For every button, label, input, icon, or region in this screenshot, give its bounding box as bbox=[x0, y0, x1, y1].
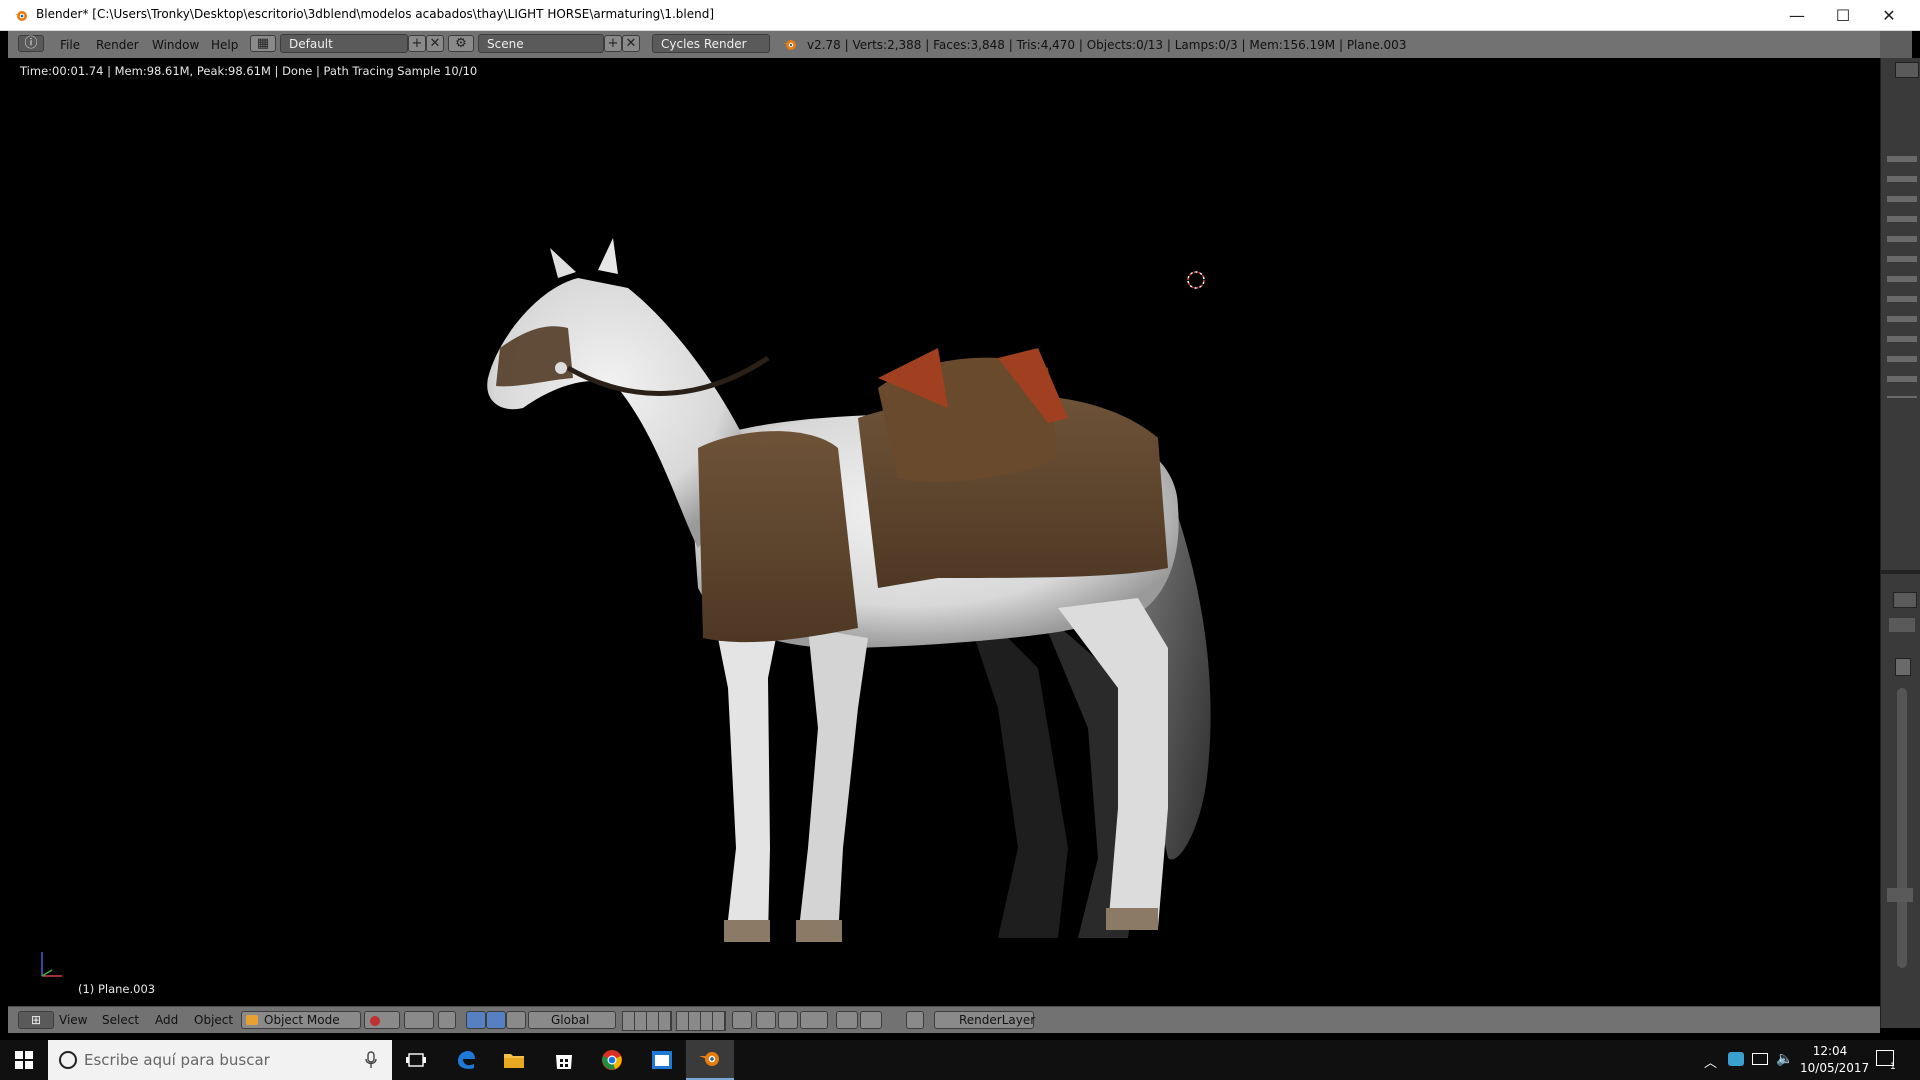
menu-select[interactable]: Select bbox=[102, 1013, 139, 1027]
lock-layers-icon[interactable] bbox=[732, 1011, 752, 1029]
dropbox-tray-icon[interactable] bbox=[1728, 1052, 1744, 1066]
editor-type-3dview-icon[interactable]: ⊞ bbox=[18, 1011, 54, 1029]
menu-help[interactable]: Help bbox=[211, 38, 238, 52]
minimize-button[interactable]: — bbox=[1774, 0, 1820, 30]
window-titlebar: Blender* [C:\Users\Tronky\Desktop\escrit… bbox=[0, 0, 1920, 31]
blender-logo-icon bbox=[782, 37, 798, 56]
menu-file[interactable]: File bbox=[60, 38, 80, 52]
transform-orientation-dropdown[interactable]: Global bbox=[528, 1011, 616, 1029]
microphone-icon[interactable] bbox=[364, 1051, 378, 1069]
render-status-text: Time:00:01.74 | Mem:98.61M, Peak:98.61M … bbox=[20, 64, 478, 78]
properties-tab-icon-bottom[interactable] bbox=[1887, 888, 1913, 902]
screen-layout-icon[interactable]: ▦ bbox=[250, 35, 276, 52]
network-icon[interactable] bbox=[1752, 1053, 1768, 1065]
show-hidden-icons-icon[interactable]: ︿ bbox=[1704, 1052, 1717, 1071]
3d-viewport[interactable]: Time:00:01.74 | Mem:98.61M, Peak:98.61M … bbox=[8, 58, 1880, 1006]
right-side-panel[interactable] bbox=[1880, 58, 1920, 1028]
remove-layout-icon[interactable]: ✕ bbox=[426, 35, 444, 52]
notification-count: 1 bbox=[1890, 1062, 1896, 1072]
menu-add[interactable]: Add bbox=[155, 1013, 178, 1027]
info-header: ⓘ File Render Window Help ▦ Default + ✕ … bbox=[8, 31, 1912, 59]
task-view-icon[interactable] bbox=[392, 1040, 440, 1080]
scene-icon[interactable]: ⚙ bbox=[448, 35, 474, 52]
scale-manipulator-icon[interactable] bbox=[506, 1011, 526, 1029]
translate-manipulator-icon[interactable] bbox=[466, 1011, 486, 1029]
file-explorer-icon[interactable] bbox=[490, 1040, 538, 1080]
axis-gizmo-icon bbox=[41, 952, 62, 977]
object-mode-icon bbox=[246, 1015, 258, 1025]
properties-scrollbar[interactable] bbox=[1897, 688, 1907, 968]
panel-header-icon[interactable] bbox=[1895, 62, 1919, 78]
menu-view[interactable]: View bbox=[59, 1013, 87, 1027]
render-layer-dropdown[interactable]: RenderLayer bbox=[934, 1011, 1035, 1029]
chrome-browser-icon[interactable] bbox=[588, 1040, 636, 1080]
remove-scene-icon[interactable]: ✕ bbox=[622, 35, 640, 52]
clock-date: 10/05/2017 bbox=[1800, 1061, 1870, 1075]
3d-view-header: ⊞ View Select Add Object Object Mode Glo… bbox=[8, 1006, 1880, 1033]
scroll-up-icon[interactable] bbox=[1895, 658, 1911, 676]
snap-toggle-icon[interactable] bbox=[778, 1011, 798, 1029]
maximize-button[interactable]: ☐ bbox=[1820, 0, 1866, 30]
layers-grid-a[interactable] bbox=[622, 1011, 672, 1031]
outliner-visibility-icons[interactable] bbox=[1887, 148, 1917, 398]
blender-taskbar-icon[interactable] bbox=[686, 1040, 734, 1080]
pause-render-icon[interactable] bbox=[906, 1011, 924, 1029]
edge-browser-icon[interactable] bbox=[442, 1040, 490, 1080]
render-engine-dropdown[interactable]: Cycles Render bbox=[652, 34, 770, 53]
store-icon[interactable] bbox=[540, 1040, 588, 1080]
scene-statistics: v2.78 | Verts:2,388 | Faces:3,848 | Tris… bbox=[807, 38, 1407, 52]
3d-cursor-icon[interactable] bbox=[1184, 268, 1208, 292]
taskbar-clock[interactable]: 12:04 10/05/2017 bbox=[1800, 1043, 1870, 1077]
layers-grid-b[interactable] bbox=[676, 1011, 726, 1031]
volume-icon[interactable]: 🔈 bbox=[1776, 1051, 1793, 1067]
add-layout-icon[interactable]: + bbox=[408, 35, 426, 52]
mode-dropdown[interactable]: Object Mode bbox=[241, 1011, 361, 1029]
properties-header-icon[interactable] bbox=[1893, 592, 1917, 608]
scene-field[interactable]: Scene bbox=[478, 34, 604, 53]
app-window-icon[interactable] bbox=[638, 1040, 686, 1080]
start-button[interactable] bbox=[0, 1040, 48, 1080]
panel-divider bbox=[1881, 570, 1920, 574]
search-placeholder: Escribe aquí para buscar bbox=[84, 1051, 270, 1069]
header-corner bbox=[1880, 31, 1912, 58]
close-button[interactable]: ✕ bbox=[1866, 0, 1912, 30]
pivot-point-dropdown[interactable] bbox=[404, 1011, 434, 1029]
menu-object[interactable]: Object bbox=[194, 1013, 233, 1027]
cortana-circle-icon bbox=[59, 1051, 77, 1069]
rotate-manipulator-icon[interactable] bbox=[486, 1011, 506, 1029]
shading-rendered-icon bbox=[370, 1016, 380, 1026]
clock-time: 12:04 bbox=[1812, 1044, 1848, 1058]
taskbar-search-box[interactable]: Escribe aquí para buscar bbox=[48, 1040, 392, 1080]
opengl-render-icon[interactable] bbox=[836, 1011, 858, 1029]
properties-tab-icon[interactable] bbox=[1889, 618, 1915, 632]
windows-taskbar: Escribe aquí para buscar ︿ 🔈 12:04 10/05… bbox=[0, 1040, 1920, 1080]
window-title: Blender* [C:\Users\Tronky\Desktop\escrit… bbox=[36, 7, 715, 21]
snap-element-dropdown[interactable] bbox=[800, 1011, 828, 1029]
active-object-label: (1) Plane.003 bbox=[78, 982, 156, 996]
screen-layout-field[interactable]: Default bbox=[280, 34, 408, 53]
opengl-animation-icon[interactable] bbox=[860, 1011, 882, 1029]
blender-logo-icon bbox=[14, 8, 28, 22]
manipulator-toggle[interactable] bbox=[438, 1011, 456, 1029]
windows-logo-icon bbox=[15, 1051, 33, 1069]
proportional-edit-icon[interactable] bbox=[756, 1011, 776, 1029]
menu-render[interactable]: Render bbox=[96, 38, 139, 52]
menu-window[interactable]: Window bbox=[152, 38, 199, 52]
add-scene-icon[interactable]: + bbox=[604, 35, 622, 52]
editor-type-info-icon[interactable]: ⓘ bbox=[18, 35, 44, 52]
rendered-horse-image bbox=[487, 238, 1211, 942]
